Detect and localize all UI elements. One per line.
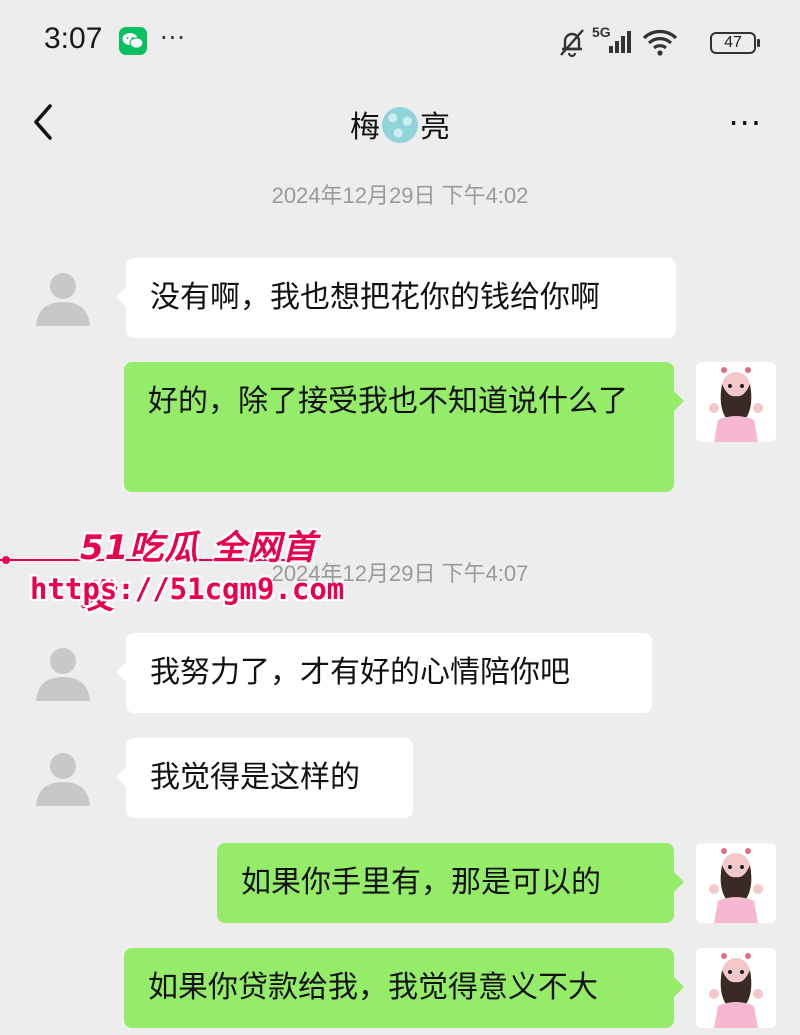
signal-icon bbox=[609, 31, 631, 53]
censor-blur bbox=[382, 107, 418, 143]
more-options-button[interactable]: ··· bbox=[728, 104, 762, 142]
wifi-icon bbox=[642, 30, 678, 56]
default-avatar-icon[interactable] bbox=[30, 264, 96, 330]
message-bubble-outgoing[interactable]: 如果你贷款给我，我觉得意义不大 bbox=[124, 948, 684, 1028]
cartoon-avatar-icon bbox=[696, 843, 776, 923]
chat-title-left: 梅 bbox=[350, 110, 380, 145]
status-more-dots: ··· bbox=[160, 24, 186, 52]
message-timestamp: 2024年12月29日 下午4:07 bbox=[271, 561, 529, 586]
default-avatar-icon[interactable] bbox=[30, 639, 96, 705]
cartoon-avatar-icon bbox=[696, 948, 776, 1028]
status-time: 3:07 bbox=[44, 22, 103, 55]
status-icons: 5G 47 bbox=[556, 24, 760, 60]
user-avatar[interactable] bbox=[696, 362, 776, 442]
mute-bell-icon bbox=[560, 29, 584, 58]
chat-header: 梅亮 ··· bbox=[0, 82, 800, 172]
default-avatar-icon[interactable] bbox=[30, 744, 96, 810]
message-bubble-outgoing[interactable]: 如果你手里有，那是可以的 bbox=[217, 843, 684, 923]
cartoon-avatar-icon bbox=[696, 362, 776, 442]
status-bar: 3:07 ··· 5G 47 bbox=[0, 0, 800, 82]
user-avatar[interactable] bbox=[696, 843, 776, 923]
message-timestamp: 2024年12月29日 下午4:02 bbox=[271, 183, 529, 208]
battery-indicator: 47 bbox=[710, 32, 760, 54]
user-avatar[interactable] bbox=[696, 948, 776, 1028]
message-bubble-incoming[interactable]: 没有啊，我也想把花你的钱给你啊 bbox=[116, 258, 676, 338]
chat-title: 梅亮 bbox=[0, 102, 800, 146]
message-bubble-outgoing[interactable]: 好的，除了接受我也不知道说什么了 bbox=[124, 362, 684, 492]
chat-title-right: 亮 bbox=[420, 110, 450, 145]
message-bubble-incoming[interactable]: 我觉得是这样的 bbox=[116, 738, 413, 818]
wechat-icon bbox=[119, 27, 147, 55]
message-bubble-incoming[interactable]: 我努力了，才有好的心情陪你吧 bbox=[116, 633, 652, 713]
